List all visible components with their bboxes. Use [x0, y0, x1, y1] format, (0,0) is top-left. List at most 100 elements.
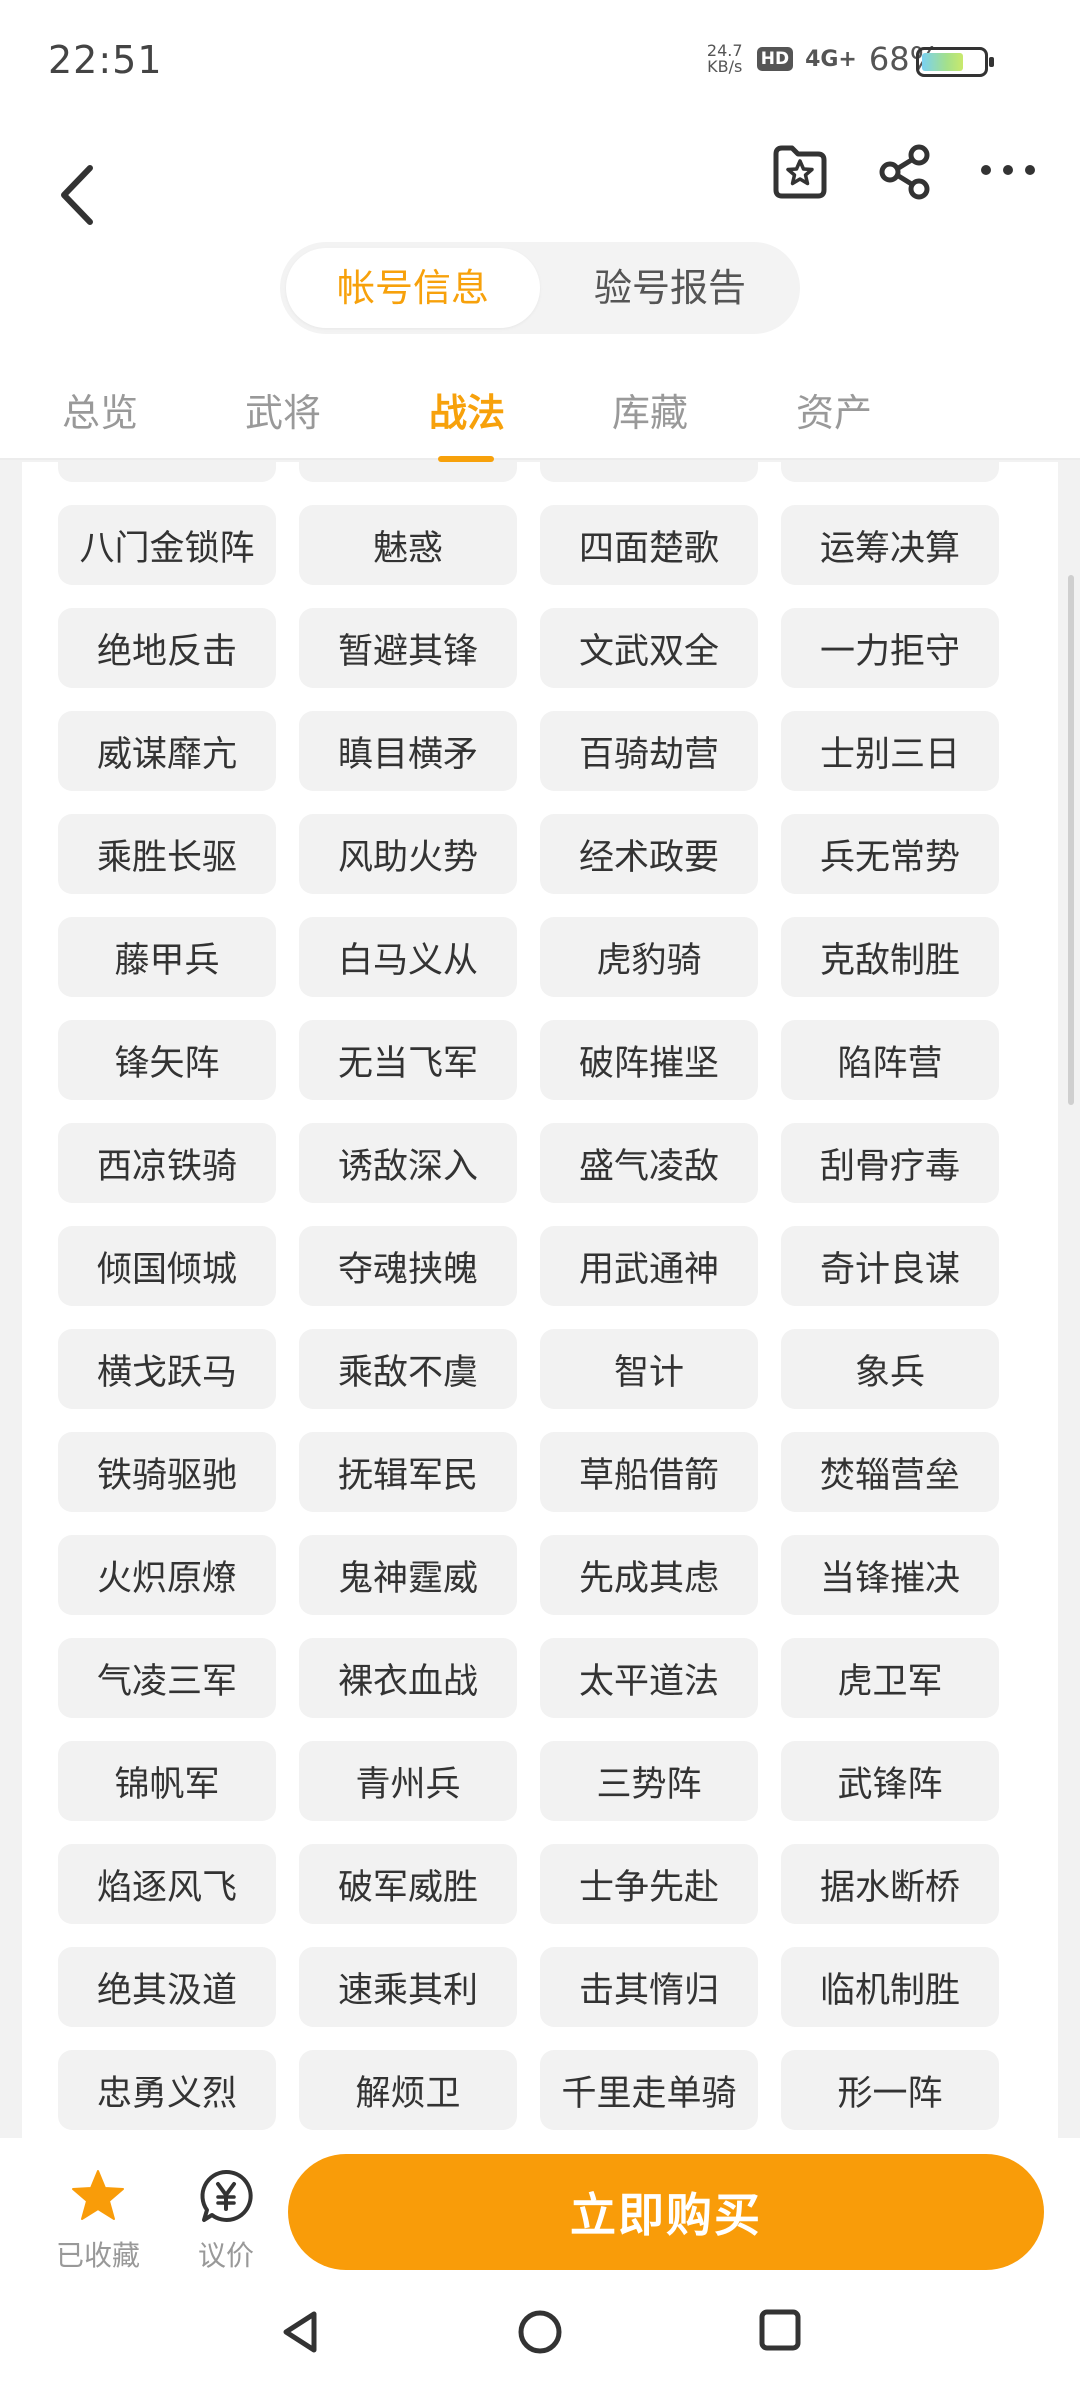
header: 帐号信息 验号报告 总览 武将 战法 库藏 资产 [0, 120, 1080, 462]
tactic-chip[interactable]: 太平道法 [540, 1638, 758, 1718]
more-icon[interactable] [980, 158, 1036, 182]
tactic-chip[interactable]: 锦帆军 [58, 1741, 276, 1821]
tactic-chip[interactable]: 一力拒守 [781, 608, 999, 688]
buy-now-button[interactable]: 立即购买 [288, 2154, 1044, 2270]
tactic-chip[interactable]: 草船借箭 [540, 1432, 758, 1512]
tactic-chip[interactable]: 盛气凌敌 [540, 1123, 758, 1203]
tactic-chip[interactable]: 虎豹骑 [540, 917, 758, 997]
tactic-chip[interactable]: 文武双全 [540, 608, 758, 688]
tactic-chip[interactable]: 形一阵 [781, 2050, 999, 2130]
tactic-chip[interactable]: 四面楚歌 [540, 505, 758, 585]
tactic-chip[interactable]: 八门金锁阵 [58, 505, 276, 585]
tactic-chip[interactable]: 速乘其利 [299, 1947, 517, 2027]
status-bar: 22:51 24.7 KB/s HD 4G+ 68% [0, 0, 1080, 120]
tactic-chip[interactable]: 气凌三军 [58, 1638, 276, 1718]
favorite-label: 已收藏 [55, 2239, 140, 2272]
tactic-chip[interactable]: 据水断桥 [781, 1844, 999, 1924]
tactic-chip[interactable]: 火炽原燎 [58, 1535, 276, 1615]
tactic-chip[interactable]: 士争先赴 [540, 1844, 758, 1924]
tactic-chip[interactable]: 象兵 [781, 1329, 999, 1409]
tactic-chip[interactable]: 兵无常势 [781, 814, 999, 894]
tactic-chip[interactable]: 西凉铁骑 [58, 1123, 276, 1203]
favorite-button[interactable]: 已收藏 [50, 2168, 146, 2274]
tactic-chip[interactable]: 夺魂挟魄 [299, 1226, 517, 1306]
tactic-chip[interactable]: 暂避其锋 [299, 608, 517, 688]
segment-inspection-report[interactable]: 验号报告 [546, 248, 794, 328]
tactic-chip[interactable]: 一骑当千 [540, 462, 758, 482]
tactic-chip[interactable]: 魅惑 [299, 505, 517, 585]
tactic-chip[interactable]: 当锋摧决 [781, 1535, 999, 1615]
network-speed: 24.7 KB/s [705, 43, 745, 75]
tactic-chip[interactable]: 绝其汲道 [58, 1947, 276, 2027]
nav-home-icon[interactable] [516, 2308, 564, 2356]
nav-back-icon[interactable] [278, 2308, 322, 2356]
bottom-action-bar: 已收藏 议价 立即购买 [0, 2138, 1080, 2288]
tab-generals[interactable]: 武将 [213, 382, 353, 437]
star-folder-icon[interactable] [768, 140, 832, 204]
tab-storage[interactable]: 库藏 [580, 382, 720, 437]
tactic-chip[interactable]: 智计 [540, 1329, 758, 1409]
tactic-chip[interactable]: 横戈跃马 [58, 1329, 276, 1409]
tactic-chip[interactable]: 无当飞军 [299, 1020, 517, 1100]
tactic-chip[interactable]: 临机制胜 [781, 1947, 999, 2027]
tactic-chip[interactable]: 陷阵营 [781, 1020, 999, 1100]
tactic-chip[interactable]: 暴戾无仁 [299, 462, 517, 482]
tactic-chip[interactable]: 击其惰归 [540, 1947, 758, 2027]
tactic-chip[interactable]: 经术政要 [540, 814, 758, 894]
tactic-chip[interactable]: 用武通神 [540, 1226, 758, 1306]
battery-fill [922, 53, 963, 71]
status-time: 22:51 [48, 38, 163, 82]
tactic-chip[interactable]: 三势阵 [540, 1741, 758, 1821]
nav-recent-icon[interactable] [758, 2308, 802, 2352]
tactic-chip[interactable]: 乘胜长驱 [58, 814, 276, 894]
back-arrow-icon[interactable] [50, 150, 110, 240]
segment-account-info[interactable]: 帐号信息 [286, 248, 540, 328]
tactic-chip[interactable]: 破军威胜 [299, 1844, 517, 1924]
tactic-chip[interactable]: 诱敌深入 [299, 1123, 517, 1203]
tactic-chip[interactable]: 忠勇义烈 [58, 2050, 276, 2130]
tactic-chip[interactable]: 藤甲兵 [58, 917, 276, 997]
tactic-chip[interactable]: 运筹决算 [781, 505, 999, 585]
tactic-chip[interactable]: 白马义从 [299, 917, 517, 997]
tactic-chip[interactable]: 百骑劫营 [540, 711, 758, 791]
tactic-chip[interactable]: 武锋阵 [781, 1741, 999, 1821]
share-icon[interactable] [874, 142, 934, 202]
tab-overview[interactable]: 总览 [30, 382, 170, 437]
tactic-chip[interactable]: 虎卫军 [781, 1638, 999, 1718]
tactic-chip[interactable]: 抚辑军民 [299, 1432, 517, 1512]
battery-icon [916, 47, 994, 77]
tactic-chip[interactable]: 倾国倾城 [58, 1226, 276, 1306]
star-filled-icon [72, 2170, 124, 2220]
tactic-chip[interactable]: 焚辎营垒 [781, 1432, 999, 1512]
scrollbar[interactable] [1068, 575, 1074, 1105]
tactic-chip[interactable]: 先成其虑 [540, 1535, 758, 1615]
tactic-chip[interactable]: 千里走单骑 [540, 2050, 758, 2130]
tactic-chip[interactable]: 锋矢阵 [58, 1020, 276, 1100]
tab-tactics[interactable]: 战法 [397, 382, 537, 437]
tactics-list[interactable]: 杯蛇鬼车 暴戾无仁 一骑当千 挫锐八门金锁阵魅惑四面楚歌运筹决算绝地反击暂避其锋文武双… [22, 462, 1058, 2138]
tactic-chip[interactable]: 鬼神霆威 [299, 1535, 517, 1615]
status-indicators: 24.7 KB/s HD 4G+ 68% [705, 40, 940, 78]
tactic-chip[interactable]: 裸衣血战 [299, 1638, 517, 1718]
tactic-chip[interactable]: 威谋靡亢 [58, 711, 276, 791]
tactic-chip[interactable]: 杯蛇鬼车 [58, 462, 276, 482]
tactic-chip[interactable]: 青州兵 [299, 1741, 517, 1821]
tactic-chip[interactable]: 克敌制胜 [781, 917, 999, 997]
tactic-chip[interactable]: 破阵摧坚 [540, 1020, 758, 1100]
bargain-button[interactable]: 议价 [178, 2168, 274, 2274]
tactic-chip[interactable]: 铁骑驱驰 [58, 1432, 276, 1512]
tactic-chip[interactable]: 焰逐风飞 [58, 1844, 276, 1924]
tactic-chip[interactable]: 奇计良谋 [781, 1226, 999, 1306]
bargain-label: 议价 [197, 2239, 254, 2272]
tactic-chip[interactable]: 挫锐 [781, 462, 999, 482]
segment-control: 帐号信息 验号报告 [280, 242, 800, 334]
tactic-chip[interactable]: 风助火势 [299, 814, 517, 894]
tab-assets[interactable]: 资产 [764, 382, 904, 437]
tactic-chip[interactable]: 解烦卫 [299, 2050, 517, 2130]
tactic-chip[interactable]: 乘敌不虞 [299, 1329, 517, 1409]
tactic-chip[interactable]: 绝地反击 [58, 608, 276, 688]
yuan-bubble-icon [200, 2169, 253, 2222]
tactic-chip[interactable]: 士别三日 [781, 711, 999, 791]
tactic-chip[interactable]: 瞋目横矛 [299, 711, 517, 791]
tactic-chip[interactable]: 刮骨疗毒 [781, 1123, 999, 1203]
